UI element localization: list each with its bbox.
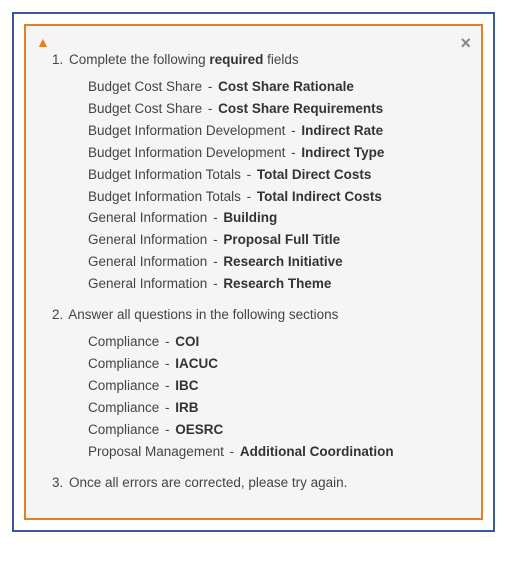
separator: - [287, 145, 299, 160]
separator: - [161, 422, 173, 437]
list-item: Budget Information Development - Indirec… [88, 143, 463, 164]
field-category: Budget Cost Share [88, 79, 202, 94]
separator: - [161, 334, 173, 349]
warning-icon: ▲ [36, 34, 50, 50]
field-name: Proposal Full Title [223, 232, 340, 247]
field-name: COI [175, 334, 199, 349]
separator: - [161, 378, 173, 393]
separator: - [243, 167, 255, 182]
separator: - [204, 79, 216, 94]
field-category: Budget Information Totals [88, 189, 241, 204]
list-item: Compliance - IBC [88, 376, 463, 397]
section-text-prefix: Once all errors are corrected, please tr… [69, 475, 347, 490]
list-item: Budget Cost Share - Cost Share Requireme… [88, 99, 463, 120]
list-item: Compliance - IACUC [88, 354, 463, 375]
field-name: Indirect Rate [301, 123, 383, 138]
outer-frame: ▲ × 1. Complete the following required f… [12, 12, 495, 532]
separator: - [161, 356, 173, 371]
separator: - [204, 101, 216, 116]
section-number: 2. [52, 307, 63, 322]
field-name: IRB [175, 400, 198, 415]
field-category: Compliance [88, 422, 159, 437]
separator: - [209, 232, 221, 247]
field-name: OESRC [175, 422, 223, 437]
field-name: Additional Coordination [240, 444, 394, 459]
field-name: Total Direct Costs [257, 167, 372, 182]
section-heading: 1. Complete the following required field… [52, 50, 463, 71]
section-text-prefix: Answer all questions in the following se… [68, 307, 338, 322]
field-list: Compliance - COI Compliance - IACUC Comp… [88, 332, 463, 463]
field-name: Cost Share Rationale [218, 79, 354, 94]
section-number: 1. [52, 52, 63, 67]
section-number: 3. [52, 475, 63, 490]
field-category: Budget Information Development [88, 123, 285, 138]
list-item: Budget Cost Share - Cost Share Rationale [88, 77, 463, 98]
close-icon[interactable]: × [460, 34, 471, 52]
field-name: IACUC [175, 356, 218, 371]
field-name: IBC [175, 378, 198, 393]
list-item: General Information - Building [88, 208, 463, 229]
section-text-bold: required [209, 52, 263, 67]
list-item: Budget Information Totals - Total Indire… [88, 187, 463, 208]
list-item: Proposal Management - Additional Coordin… [88, 442, 463, 463]
separator: - [209, 276, 221, 291]
list-item: General Information - Research Theme [88, 274, 463, 295]
section-heading: 3. Once all errors are corrected, please… [52, 473, 463, 494]
field-category: General Information [88, 210, 207, 225]
field-name: Total Indirect Costs [257, 189, 382, 204]
field-category: Compliance [88, 356, 159, 371]
list-item: Budget Information Development - Indirec… [88, 121, 463, 142]
separator: - [226, 444, 238, 459]
field-name: Research Theme [223, 276, 331, 291]
separator: - [209, 210, 221, 225]
field-category: General Information [88, 232, 207, 247]
separator: - [243, 189, 255, 204]
field-name: Research Initiative [223, 254, 342, 269]
field-list: Budget Cost Share - Cost Share Rationale… [88, 77, 463, 295]
field-name: Cost Share Requirements [218, 101, 383, 116]
section-heading: 2. Answer all questions in the following… [52, 305, 463, 326]
field-category: Proposal Management [88, 444, 224, 459]
list-item: Budget Information Totals - Total Direct… [88, 165, 463, 186]
field-category: Budget Information Totals [88, 167, 241, 182]
field-category: Compliance [88, 400, 159, 415]
field-name: Indirect Type [301, 145, 384, 160]
list-item: Compliance - OESRC [88, 420, 463, 441]
section-text-suffix: fields [263, 52, 298, 67]
list-item: General Information - Research Initiativ… [88, 252, 463, 273]
separator: - [161, 400, 173, 415]
field-category: General Information [88, 254, 207, 269]
field-category: Budget Cost Share [88, 101, 202, 116]
validation-dialog: ▲ × 1. Complete the following required f… [24, 24, 483, 520]
list-item: Compliance - IRB [88, 398, 463, 419]
field-category: General Information [88, 276, 207, 291]
dialog-content: 1. Complete the following required field… [44, 50, 463, 494]
list-item: Compliance - COI [88, 332, 463, 353]
field-category: Compliance [88, 378, 159, 393]
field-name: Building [223, 210, 277, 225]
section-text-prefix: Complete the following [69, 52, 209, 67]
separator: - [287, 123, 299, 138]
field-category: Compliance [88, 334, 159, 349]
field-category: Budget Information Development [88, 145, 285, 160]
separator: - [209, 254, 221, 269]
list-item: General Information - Proposal Full Titl… [88, 230, 463, 251]
